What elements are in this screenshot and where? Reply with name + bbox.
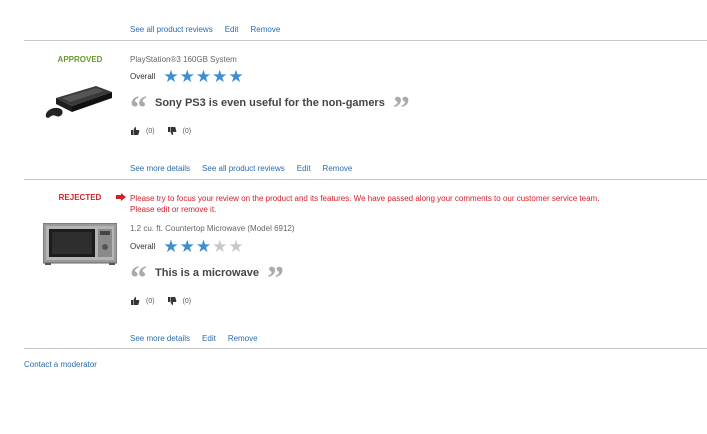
rejection-edit-link[interactable]: edit bbox=[157, 205, 170, 214]
helpful-yes-count: (0) bbox=[146, 127, 155, 135]
review-title-quote: “ Sony PS3 is even useful for the non-ga… bbox=[130, 90, 410, 127]
star-icon: ★ bbox=[195, 237, 212, 256]
open-quote-icon: “ bbox=[130, 90, 147, 127]
thumbs-down-icon[interactable] bbox=[167, 126, 177, 136]
rejection-remove-link[interactable]: remove it bbox=[181, 205, 214, 214]
microwave-product-image bbox=[43, 223, 117, 265]
review-title: Sony PS3 is even useful for the non-game… bbox=[155, 97, 385, 109]
top-review-links: See all product reviews Edit Remove bbox=[130, 25, 280, 34]
close-quote-icon: ” bbox=[266, 260, 284, 297]
edit-link[interactable]: Edit bbox=[225, 25, 239, 34]
remove-link[interactable]: Remove bbox=[251, 25, 281, 34]
star-icon: ★ bbox=[163, 67, 179, 86]
helpful-yes-count: (0) bbox=[146, 297, 155, 305]
rejection-prefix: Please bbox=[130, 205, 157, 214]
product-name: 1.2 cu. ft. Countertop Microwave (Model … bbox=[130, 224, 295, 233]
overall-label: Overall bbox=[130, 242, 156, 251]
product-name: PlayStation®3 160GB System bbox=[130, 55, 237, 64]
thumbs-up-icon[interactable] bbox=[130, 126, 140, 136]
overall-rating: Overall ★ ★ ★ ★ ★ bbox=[130, 238, 244, 255]
helpfulness-votes: (0) (0) bbox=[130, 296, 191, 306]
review-title-quote: “ This is a microwave ” bbox=[130, 260, 284, 297]
edit-link[interactable]: Edit bbox=[202, 334, 216, 343]
star-empty-icon: ★ bbox=[212, 237, 228, 256]
star-icon: ★ bbox=[163, 237, 179, 256]
rejection-or: or bbox=[169, 205, 182, 214]
rejection-end: . bbox=[214, 205, 217, 214]
close-quote-icon: ” bbox=[392, 90, 410, 127]
status-badge-approved: APPROVED bbox=[57, 55, 103, 64]
rejection-message: Please try to focus your review on the p… bbox=[116, 193, 599, 215]
star-icon: ★ bbox=[179, 67, 195, 86]
rejection-text: Please try to focus your review on the p… bbox=[130, 194, 600, 203]
thumbs-down-icon[interactable] bbox=[167, 296, 177, 306]
ps3-product-image bbox=[45, 86, 112, 118]
star-empty-icon: ★ bbox=[228, 237, 244, 256]
star-icon: ★ bbox=[228, 67, 244, 86]
overall-label: Overall bbox=[130, 72, 156, 81]
edit-link[interactable]: Edit bbox=[297, 164, 311, 173]
divider bbox=[24, 348, 707, 349]
remove-link[interactable]: Remove bbox=[323, 164, 353, 173]
star-rating: ★ ★ ★ ★ ★ bbox=[163, 68, 243, 85]
helpfulness-votes: (0) (0) bbox=[130, 126, 191, 136]
see-more-details-link[interactable]: See more details bbox=[130, 334, 190, 343]
helpful-no-count: (0) bbox=[182, 297, 192, 305]
divider bbox=[24, 179, 707, 180]
open-quote-icon: “ bbox=[130, 260, 147, 297]
overall-rating: Overall ★ ★ ★ ★ ★ bbox=[130, 68, 244, 85]
divider bbox=[24, 40, 707, 41]
review-title: This is a microwave bbox=[155, 267, 259, 279]
review-links: See more details Edit Remove bbox=[130, 334, 258, 343]
remove-link[interactable]: Remove bbox=[228, 334, 258, 343]
star-icon: ★ bbox=[195, 67, 212, 86]
contact-moderator-link[interactable]: Contact a moderator bbox=[24, 360, 97, 369]
thumbs-up-icon[interactable] bbox=[130, 296, 140, 306]
see-all-reviews-link[interactable]: See all product reviews bbox=[130, 25, 213, 34]
star-rating: ★ ★ ★ ★ ★ bbox=[163, 238, 243, 255]
red-arrow-icon bbox=[116, 193, 126, 201]
star-icon: ★ bbox=[179, 237, 195, 256]
review-links: See more details See all product reviews… bbox=[130, 164, 352, 173]
see-all-reviews-link[interactable]: See all product reviews bbox=[202, 164, 285, 173]
see-more-details-link[interactable]: See more details bbox=[130, 164, 190, 173]
star-icon: ★ bbox=[212, 67, 228, 86]
helpful-no-count: (0) bbox=[182, 127, 192, 135]
